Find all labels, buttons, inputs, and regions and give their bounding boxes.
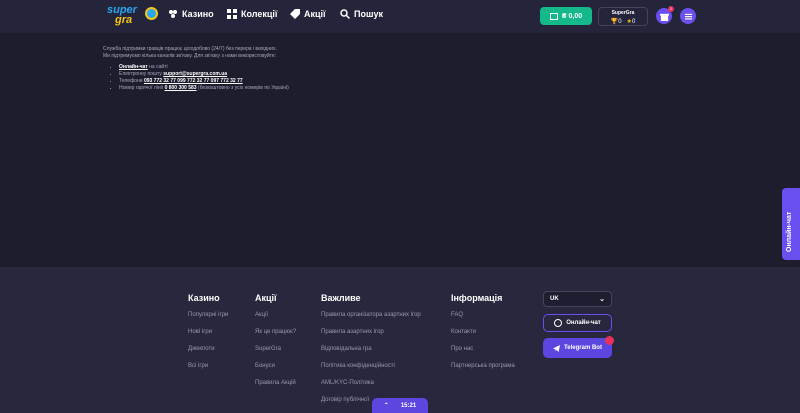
- nav-casino[interactable]: Казино: [168, 9, 214, 19]
- top-header: super gra Казино Колекції Акції Пошук ₴ …: [0, 0, 800, 33]
- nav-label: Колекції: [241, 9, 278, 19]
- scroll-top-time-bar[interactable]: ⌃ 15:21: [372, 398, 428, 413]
- footer-col-important: Важливе Правила організатора азартних іг…: [321, 293, 421, 413]
- star-value: 0: [631, 19, 636, 25]
- telegram-bot-button[interactable]: Telegram Bot: [543, 338, 612, 358]
- casino-icon: [169, 10, 177, 18]
- footer-link[interactable]: Як це працює?: [255, 329, 296, 346]
- support-item-email: Електронну пошту support@supergra.com.ua: [119, 71, 289, 78]
- footer-link[interactable]: Контакти: [451, 329, 515, 346]
- footer-col-information: Інформація FAQ Контакти Про нас Партнерс…: [451, 293, 515, 380]
- side-online-chat-tab[interactable]: Онлайн-чат: [782, 188, 800, 260]
- trophy-count: 🏆0: [611, 18, 622, 25]
- nav-label: Акції: [304, 9, 326, 19]
- footer-link[interactable]: Популярні ігри: [188, 312, 228, 329]
- footer-link[interactable]: Правила організатора азартних ігор: [321, 312, 421, 329]
- support-item-hotline: Номер гарячої лінії 0 800 300 583 (безко…: [119, 85, 289, 92]
- footer-link[interactable]: Правила Акцій: [255, 380, 296, 397]
- phones-link[interactable]: 093 772 32 77 099 772 32 77 097 772 32 7…: [144, 78, 243, 84]
- footer-link[interactable]: SuperGra: [255, 346, 296, 363]
- footer-link[interactable]: AML/KYC-Політика: [321, 380, 421, 397]
- support-line-1: Служба підтримки гравців працює цілодобо…: [103, 46, 277, 52]
- email-link[interactable]: support@supergra.com.ua: [163, 71, 227, 77]
- chevron-down-icon: ⌄: [599, 296, 605, 303]
- footer: Казино Популярні ігри Нові ігри Джекпоти…: [0, 267, 800, 413]
- footer-col-promotions: Акції Акції Як це працює? SuperGra Бонус…: [255, 293, 296, 397]
- loyalty-points[interactable]: SuperGra 🏆0 ★0: [598, 7, 648, 26]
- online-chat-link[interactable]: Онлайн-чат: [119, 64, 148, 70]
- trophy-value: 0: [618, 19, 622, 25]
- support-item-phones: Телефони 093 772 32 77 099 772 32 77 097…: [119, 78, 289, 85]
- loyalty-name: SuperGra: [611, 10, 635, 16]
- hotline-link[interactable]: 0 800 300 583: [165, 85, 197, 91]
- footer-heading: Казино: [188, 293, 220, 303]
- menu-icon: [684, 13, 692, 19]
- chat-button-label: Онлайн-чат: [566, 320, 601, 326]
- telegram-icon: [553, 344, 561, 352]
- footer-link[interactable]: FAQ: [451, 312, 515, 329]
- side-chat-label: Онлайн-чат: [786, 211, 793, 252]
- logo-ball-icon: [145, 7, 158, 20]
- clock-time: 15:21: [400, 402, 417, 409]
- footer-link[interactable]: Відповідальна гра: [321, 346, 421, 363]
- footer-link[interactable]: Політика конфіденційності: [321, 363, 421, 380]
- support-info: Служба підтримки гравців працює цілодобо…: [103, 46, 289, 92]
- balance-amount: ₴ 0,00: [561, 12, 583, 20]
- support-channels: Онлайн-чат на сайті Електронну пошту sup…: [119, 64, 289, 92]
- nav-collections[interactable]: Колекції: [227, 9, 277, 19]
- gift-icon: [659, 13, 669, 21]
- footer-col-casino: Казино Популярні ігри Нові ігри Джекпоти…: [188, 293, 228, 380]
- logo-text-gra: gra: [115, 14, 133, 26]
- nav-label: Казино: [182, 9, 214, 19]
- footer-link[interactable]: Джекпоти: [188, 346, 228, 363]
- support-line-2: Ми підтримуємо кілька каналів зв'язку. Д…: [103, 53, 277, 59]
- gift-badge-icon: [605, 336, 614, 345]
- footer-link[interactable]: Нові ігри: [188, 329, 228, 346]
- footer-link[interactable]: Про нас: [451, 346, 515, 363]
- nav-search[interactable]: Пошук: [340, 9, 383, 19]
- language-value: UK: [550, 296, 559, 302]
- footer-heading: Інформація: [451, 293, 503, 303]
- tag-icon: [290, 9, 300, 19]
- menu-button[interactable]: [680, 8, 696, 24]
- online-chat-button[interactable]: Онлайн-чат: [543, 314, 612, 332]
- language-select[interactable]: UK ⌄: [543, 291, 612, 307]
- nav-label: Пошук: [354, 9, 383, 19]
- smile-icon: [554, 319, 563, 327]
- footer-heading: Акції: [255, 293, 277, 303]
- footer-heading: Важливе: [321, 293, 361, 303]
- telegram-button-label: Telegram Bot: [564, 345, 602, 351]
- nav-promotions[interactable]: Акції: [290, 9, 326, 19]
- logo[interactable]: super gra: [107, 4, 159, 28]
- grid-icon: [227, 9, 237, 19]
- wallet-icon: [549, 12, 558, 20]
- footer-link[interactable]: Акції: [255, 312, 296, 329]
- chevron-up-icon: ⌃: [383, 403, 389, 409]
- footer-link[interactable]: Бонуси: [255, 363, 296, 380]
- support-item-chat: Онлайн-чат на сайті: [119, 64, 289, 71]
- notification-badge: 1: [668, 6, 674, 12]
- footer-link[interactable]: Партнерська програма: [451, 363, 515, 380]
- footer-link[interactable]: Всі ігри: [188, 363, 228, 380]
- star-count: ★0: [627, 18, 636, 25]
- balance-button[interactable]: ₴ 0,00: [540, 7, 592, 25]
- search-icon: [340, 9, 350, 19]
- footer-link[interactable]: Правила азартних ігор: [321, 329, 421, 346]
